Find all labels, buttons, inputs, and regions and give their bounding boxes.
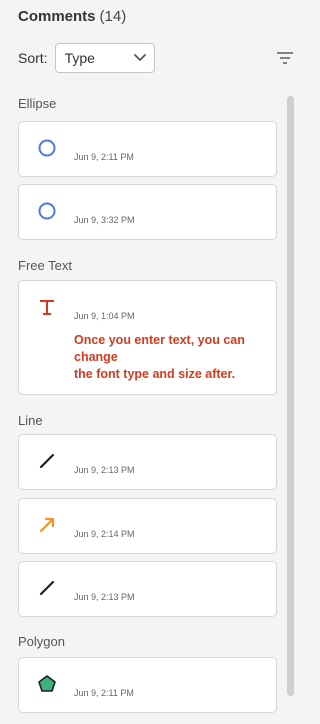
comment-timestamp: Jun 9, 1:04 PM [74, 311, 135, 321]
sort-row: Sort: Type [18, 42, 300, 74]
comment-timestamp: Jun 9, 2:13 PM [74, 592, 135, 602]
section-label-free-text: Free Text [18, 258, 72, 273]
comment-count: (14) [99, 8, 127, 25]
comment-card[interactable]: Jun 9, 2:13 PM [18, 561, 277, 617]
panel-title: Comments [18, 8, 96, 25]
section-label-polygon: Polygon [18, 634, 65, 649]
filter-icon[interactable] [275, 48, 295, 68]
sort-dropdown[interactable]: Type [54, 43, 155, 73]
polygon-icon [38, 675, 56, 692]
comment-timestamp: Jun 9, 2:11 PM [74, 688, 134, 698]
comment-timestamp: Jun 9, 2:13 PM [74, 465, 135, 475]
section-label-line: Line [18, 413, 43, 428]
comment-text: Once you enter text, you can change the … [74, 333, 245, 381]
sort-label: Sort: [18, 50, 48, 66]
comment-timestamp: Jun 9, 2:14 PM [74, 529, 135, 539]
line-icon [39, 453, 55, 469]
comment-card[interactable]: Jun 9, 2:11 PM [18, 121, 277, 177]
comments-header: Comments (14) Sort: Type [18, 8, 300, 73]
comment-card[interactable]: Jun 9, 2:14 PM [18, 498, 277, 554]
free-text-icon [40, 300, 54, 315]
comment-card[interactable]: Jun 9, 1:04 PM Once you enter text, you … [18, 280, 277, 395]
arrow-icon [39, 517, 55, 533]
comment-card[interactable]: Jun 9, 2:11 PM [18, 657, 277, 713]
sort-selected-value: Type [64, 50, 95, 66]
ellipse-icon [38, 139, 56, 157]
comment-timestamp: Jun 9, 3:32 PM [74, 215, 135, 225]
line-icon [39, 580, 55, 596]
chevron-down-icon [133, 54, 146, 61]
ellipse-icon [38, 202, 56, 220]
comment-card[interactable]: Jun 9, 3:32 PM [18, 184, 277, 240]
comment-card[interactable]: Jun 9, 2:13 PM [18, 434, 277, 490]
comment-timestamp: Jun 9, 2:11 PM [74, 152, 134, 162]
scrollbar[interactable] [287, 96, 294, 696]
section-label-ellipse: Ellipse [18, 96, 57, 111]
